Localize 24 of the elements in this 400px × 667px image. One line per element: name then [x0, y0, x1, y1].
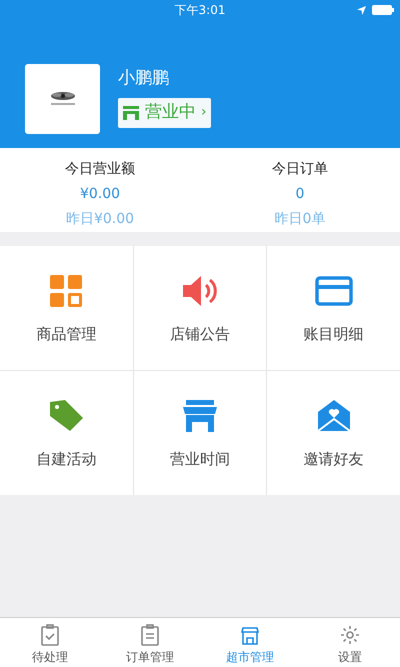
stat-value: ¥0.00 — [80, 185, 120, 204]
settings-icon — [338, 623, 362, 647]
stat-yesterday: 昨日¥0.00 — [66, 210, 134, 229]
tab-bar-item[interactable]: 超市管理 — [200, 618, 300, 667]
tab-bar-item[interactable]: 待处理 — [0, 618, 100, 667]
store-icon — [122, 104, 140, 120]
status-time: 下午3:01 — [174, 2, 226, 19]
tab-bar-item[interactable]: 订单管理 — [100, 618, 200, 667]
clipboard-list-icon — [138, 623, 162, 647]
menu-tile[interactable]: 商品管理 — [0, 246, 133, 370]
menu-tile[interactable]: 店铺公告 — [134, 246, 266, 370]
menu-tile[interactable]: 邀请好友 — [267, 371, 400, 495]
stat-yesterday: 昨日0单 — [274, 210, 326, 229]
menu-tile[interactable]: 账目明细 — [267, 246, 400, 370]
stat-label: 今日营业额 — [65, 160, 135, 179]
menu-tile[interactable]: 营业时间 — [134, 371, 266, 495]
stat-label: 今日订单 — [272, 160, 328, 179]
location-icon — [357, 6, 366, 15]
store-name: 小鹏鹏 — [118, 67, 170, 90]
menu-tile[interactable]: 自建活动 — [0, 371, 133, 495]
clipboard-check-icon — [38, 623, 62, 647]
battery-icon — [372, 5, 394, 15]
tab-bar-item[interactable]: 设置 — [300, 618, 400, 667]
stat-value: 0 — [296, 185, 304, 204]
